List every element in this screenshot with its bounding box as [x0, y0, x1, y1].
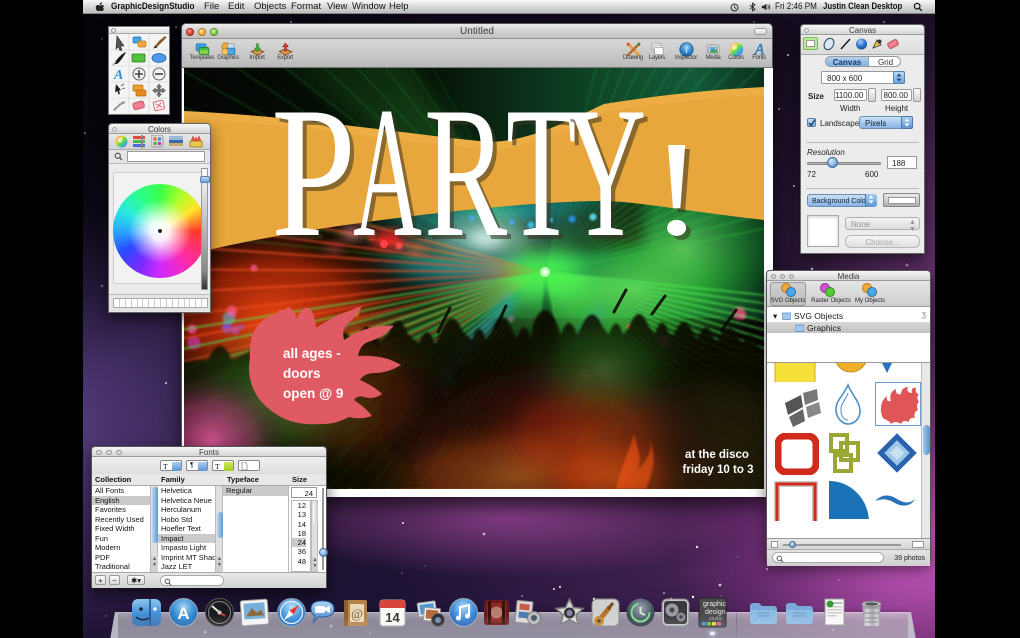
svg-text:i: i — [685, 45, 688, 55]
svg-text:R: R — [424, 69, 507, 276]
svg-text:at the disco: at the disco — [685, 449, 749, 461]
svg-text:P: P — [271, 69, 356, 276]
svg-text:graphic: graphic — [703, 601, 726, 608]
svg-text:studio: studio — [709, 616, 723, 622]
svg-text:14: 14 — [385, 610, 400, 625]
svg-text:A: A — [113, 68, 123, 83]
svg-text:design: design — [705, 609, 726, 616]
svg-text:Y: Y — [565, 70, 646, 276]
svg-text:doors: doors — [283, 366, 321, 381]
svg-text:@: @ — [351, 606, 363, 621]
svg-text:A: A — [177, 604, 189, 623]
svg-text:all ages -: all ages - — [283, 346, 341, 361]
svg-text:!: ! — [650, 113, 703, 264]
svg-text:open @ 9: open @ 9 — [283, 386, 343, 401]
svg-text:A: A — [353, 70, 422, 277]
svg-text:friday 10 to 3: friday 10 to 3 — [683, 464, 754, 476]
